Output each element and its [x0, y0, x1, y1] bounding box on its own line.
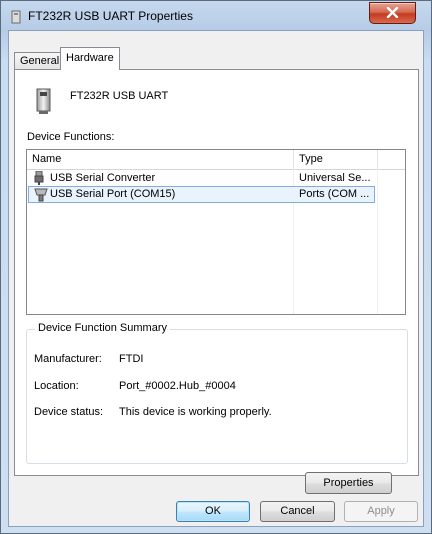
title-bar[interactable]: FT232R USB UART Properties: [1, 1, 431, 31]
column-divider: [377, 169, 378, 314]
properties-window: FT232R USB UART Properties General Hardw…: [0, 0, 432, 534]
list-item-name: USB Serial Converter: [50, 172, 156, 184]
ok-button[interactable]: OK: [176, 501, 250, 522]
window-title: FT232R USB UART Properties: [28, 9, 193, 23]
column-header-name[interactable]: Name: [27, 150, 294, 169]
dialog-client-area: General Hardware FT232R USB UART Device …: [8, 30, 424, 527]
location-value: Port_#0002.Hub_#0004: [119, 380, 236, 392]
device-icon: [11, 10, 21, 24]
device-status-label: Device status:: [34, 406, 104, 418]
usb-plug-icon: [34, 171, 44, 185]
location-label: Location:: [34, 380, 79, 392]
serial-port-icon: [34, 188, 48, 202]
device-function-summary-group: [26, 329, 408, 464]
tab-general[interactable]: General: [14, 52, 66, 69]
close-icon: [386, 7, 399, 18]
device-icon: [36, 88, 51, 114]
properties-button[interactable]: Properties: [305, 472, 392, 494]
tab-hardware[interactable]: Hardware: [60, 47, 120, 70]
group-title: Device Function Summary: [35, 322, 170, 334]
device-name: FT232R USB UART: [70, 90, 169, 102]
apply-button[interactable]: Apply: [344, 501, 418, 522]
device-functions-list[interactable]: Name Type USB Serial Converter Universal…: [26, 149, 406, 315]
manufacturer-value: FTDI: [119, 353, 144, 365]
close-button[interactable]: [369, 2, 416, 24]
hardware-tab-panel: FT232R USB UART Device Functions: Name T…: [14, 69, 419, 494]
list-item-type: Universal Se...: [299, 172, 371, 184]
column-header-type[interactable]: Type: [294, 150, 378, 169]
list-item[interactable]: USB Serial Converter Universal Se...: [28, 170, 404, 186]
manufacturer-label: Manufacturer:: [34, 353, 102, 365]
cancel-button[interactable]: Cancel: [260, 501, 335, 522]
device-functions-label: Device Functions:: [27, 131, 115, 143]
list-header: Name Type: [27, 150, 405, 170]
list-item[interactable]: USB Serial Port (COM15) Ports (COM ...: [28, 186, 375, 203]
list-item-type: Ports (COM ...: [299, 188, 370, 200]
list-item-name: USB Serial Port (COM15): [50, 188, 176, 200]
device-status-value: This device is working properly.: [119, 406, 272, 418]
